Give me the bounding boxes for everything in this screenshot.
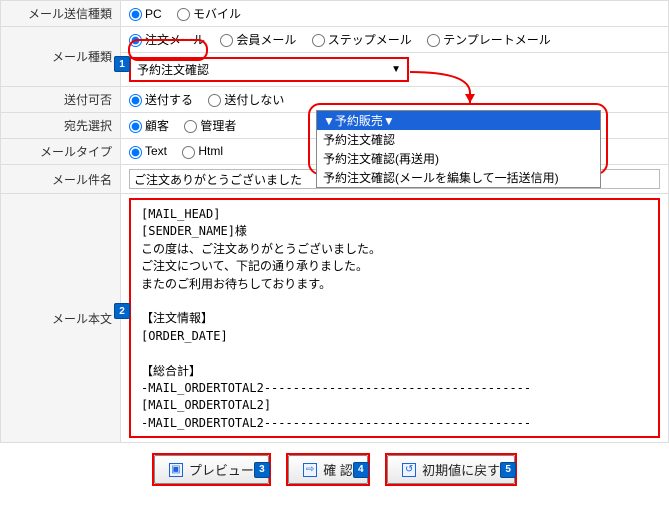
radio-template-mail[interactable]: テンプレートメール: [427, 33, 551, 47]
annotation-badge-2: 2: [114, 303, 130, 319]
annotation-badge-5: 5: [500, 462, 516, 478]
radio-pc[interactable]: PC: [129, 7, 162, 21]
radio-send-yes[interactable]: 送付する: [129, 93, 193, 107]
dest-group: 顧客 管理者: [129, 119, 248, 133]
reset-button[interactable]: ↺ 初期値に戻す 5: [387, 455, 515, 484]
radio-html[interactable]: Html: [182, 144, 223, 158]
menu-item-2[interactable]: 予約注文確認: [317, 130, 600, 149]
preview-button[interactable]: ▣ プレビュー 3: [154, 455, 269, 484]
dropdown-value: 予約注文確認: [137, 61, 209, 78]
annotation-badge-3: 3: [254, 462, 270, 478]
sendable-group: 送付する 送付しない: [129, 93, 296, 107]
menu-item-1[interactable]: ▼予約販売▼: [317, 111, 600, 130]
radio-step-mail[interactable]: ステップメール: [312, 33, 412, 47]
button-row: ▣ プレビュー 3 ⇨ 確 認 4 ↺ 初期値に戻す 5: [0, 443, 669, 496]
radio-admin[interactable]: 管理者: [184, 119, 236, 133]
radio-customer[interactable]: 顧客: [129, 119, 169, 133]
radio-send-no[interactable]: 送付しない: [208, 93, 284, 107]
radio-mobile[interactable]: モバイル: [177, 7, 241, 21]
reset-label: 初期値に戻す: [422, 460, 500, 479]
mail-template-dropdown[interactable]: 予約注文確認 ▼: [129, 57, 409, 82]
label-mailtype: メールタイプ: [1, 139, 121, 165]
settings-table: メール送信種類 PC モバイル メール種類 注文メール 会員メール ステップメー…: [0, 0, 669, 443]
mail-body-textarea[interactable]: [MAIL_HEAD] [SENDER_NAME]様 この度は、ご注文ありがとう…: [129, 198, 660, 438]
send-type-group: PC モバイル: [129, 7, 253, 21]
radio-order-mail[interactable]: 注文メール: [129, 33, 205, 47]
preview-label: プレビュー: [189, 460, 254, 479]
mailtype-group: Text Html: [129, 144, 235, 158]
radio-member-mail[interactable]: 会員メール: [220, 33, 296, 47]
label-sendable: 送付可否: [1, 87, 121, 113]
preview-icon: ▣: [169, 463, 183, 477]
chevron-down-icon: ▼: [391, 64, 401, 75]
mail-kind-group: 注文メール 会員メール ステップメール テンプレートメール: [129, 33, 563, 47]
confirm-label: 確 認: [323, 460, 353, 479]
label-send-type: メール送信種類: [1, 1, 121, 27]
dropdown-menu: ▼予約販売▼ 予約注文確認 予約注文確認(再送用) 予約注文確認(メールを編集し…: [316, 110, 601, 188]
menu-item-4[interactable]: 予約注文確認(メールを編集して一括送信用): [317, 168, 600, 187]
label-mail-kind: メール種類: [1, 27, 121, 87]
label-body: メール本文: [1, 194, 121, 443]
confirm-icon: ⇨: [303, 463, 317, 477]
label-subject: メール件名: [1, 165, 121, 194]
menu-item-3[interactable]: 予約注文確認(再送用): [317, 149, 600, 168]
annotation-badge-4: 4: [353, 462, 369, 478]
reset-icon: ↺: [402, 463, 416, 477]
confirm-button[interactable]: ⇨ 確 認 4: [288, 455, 368, 484]
label-dest: 宛先選択: [1, 113, 121, 139]
annotation-badge-1: 1: [114, 56, 130, 72]
radio-text[interactable]: Text: [129, 144, 167, 158]
